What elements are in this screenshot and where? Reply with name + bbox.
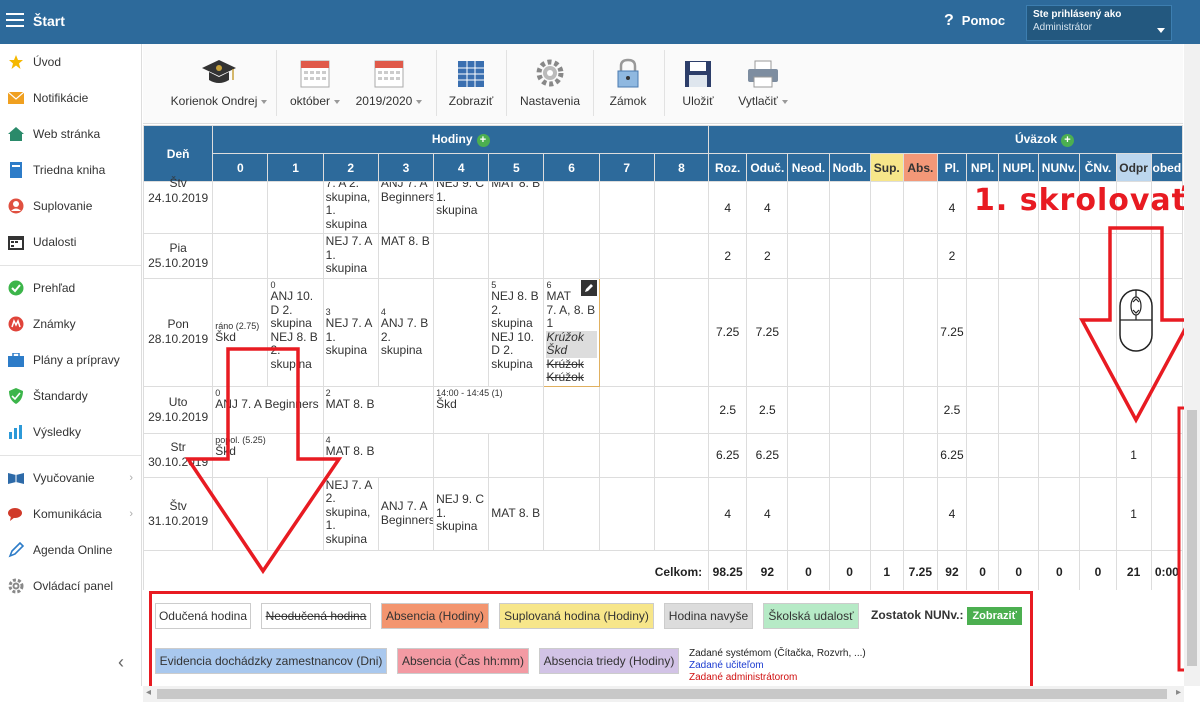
scroll-right-icon[interactable]: ▸ xyxy=(1176,687,1181,698)
vertical-scrollbar[interactable] xyxy=(1184,44,1200,686)
scroll-left-icon[interactable]: ◂ xyxy=(146,687,151,698)
annotation-overlay xyxy=(184,226,1196,672)
down-arrow-left xyxy=(184,347,343,575)
horizontal-scrollbar[interactable]: ◂ ▸ xyxy=(143,686,1184,702)
scrollbar-thumb[interactable] xyxy=(157,689,1167,699)
mouse-scroll-icon xyxy=(1119,289,1153,352)
scrollbar-thumb[interactable] xyxy=(1187,410,1197,666)
annotation-scroll-label: 1. skrolovať xyxy=(974,183,1187,218)
